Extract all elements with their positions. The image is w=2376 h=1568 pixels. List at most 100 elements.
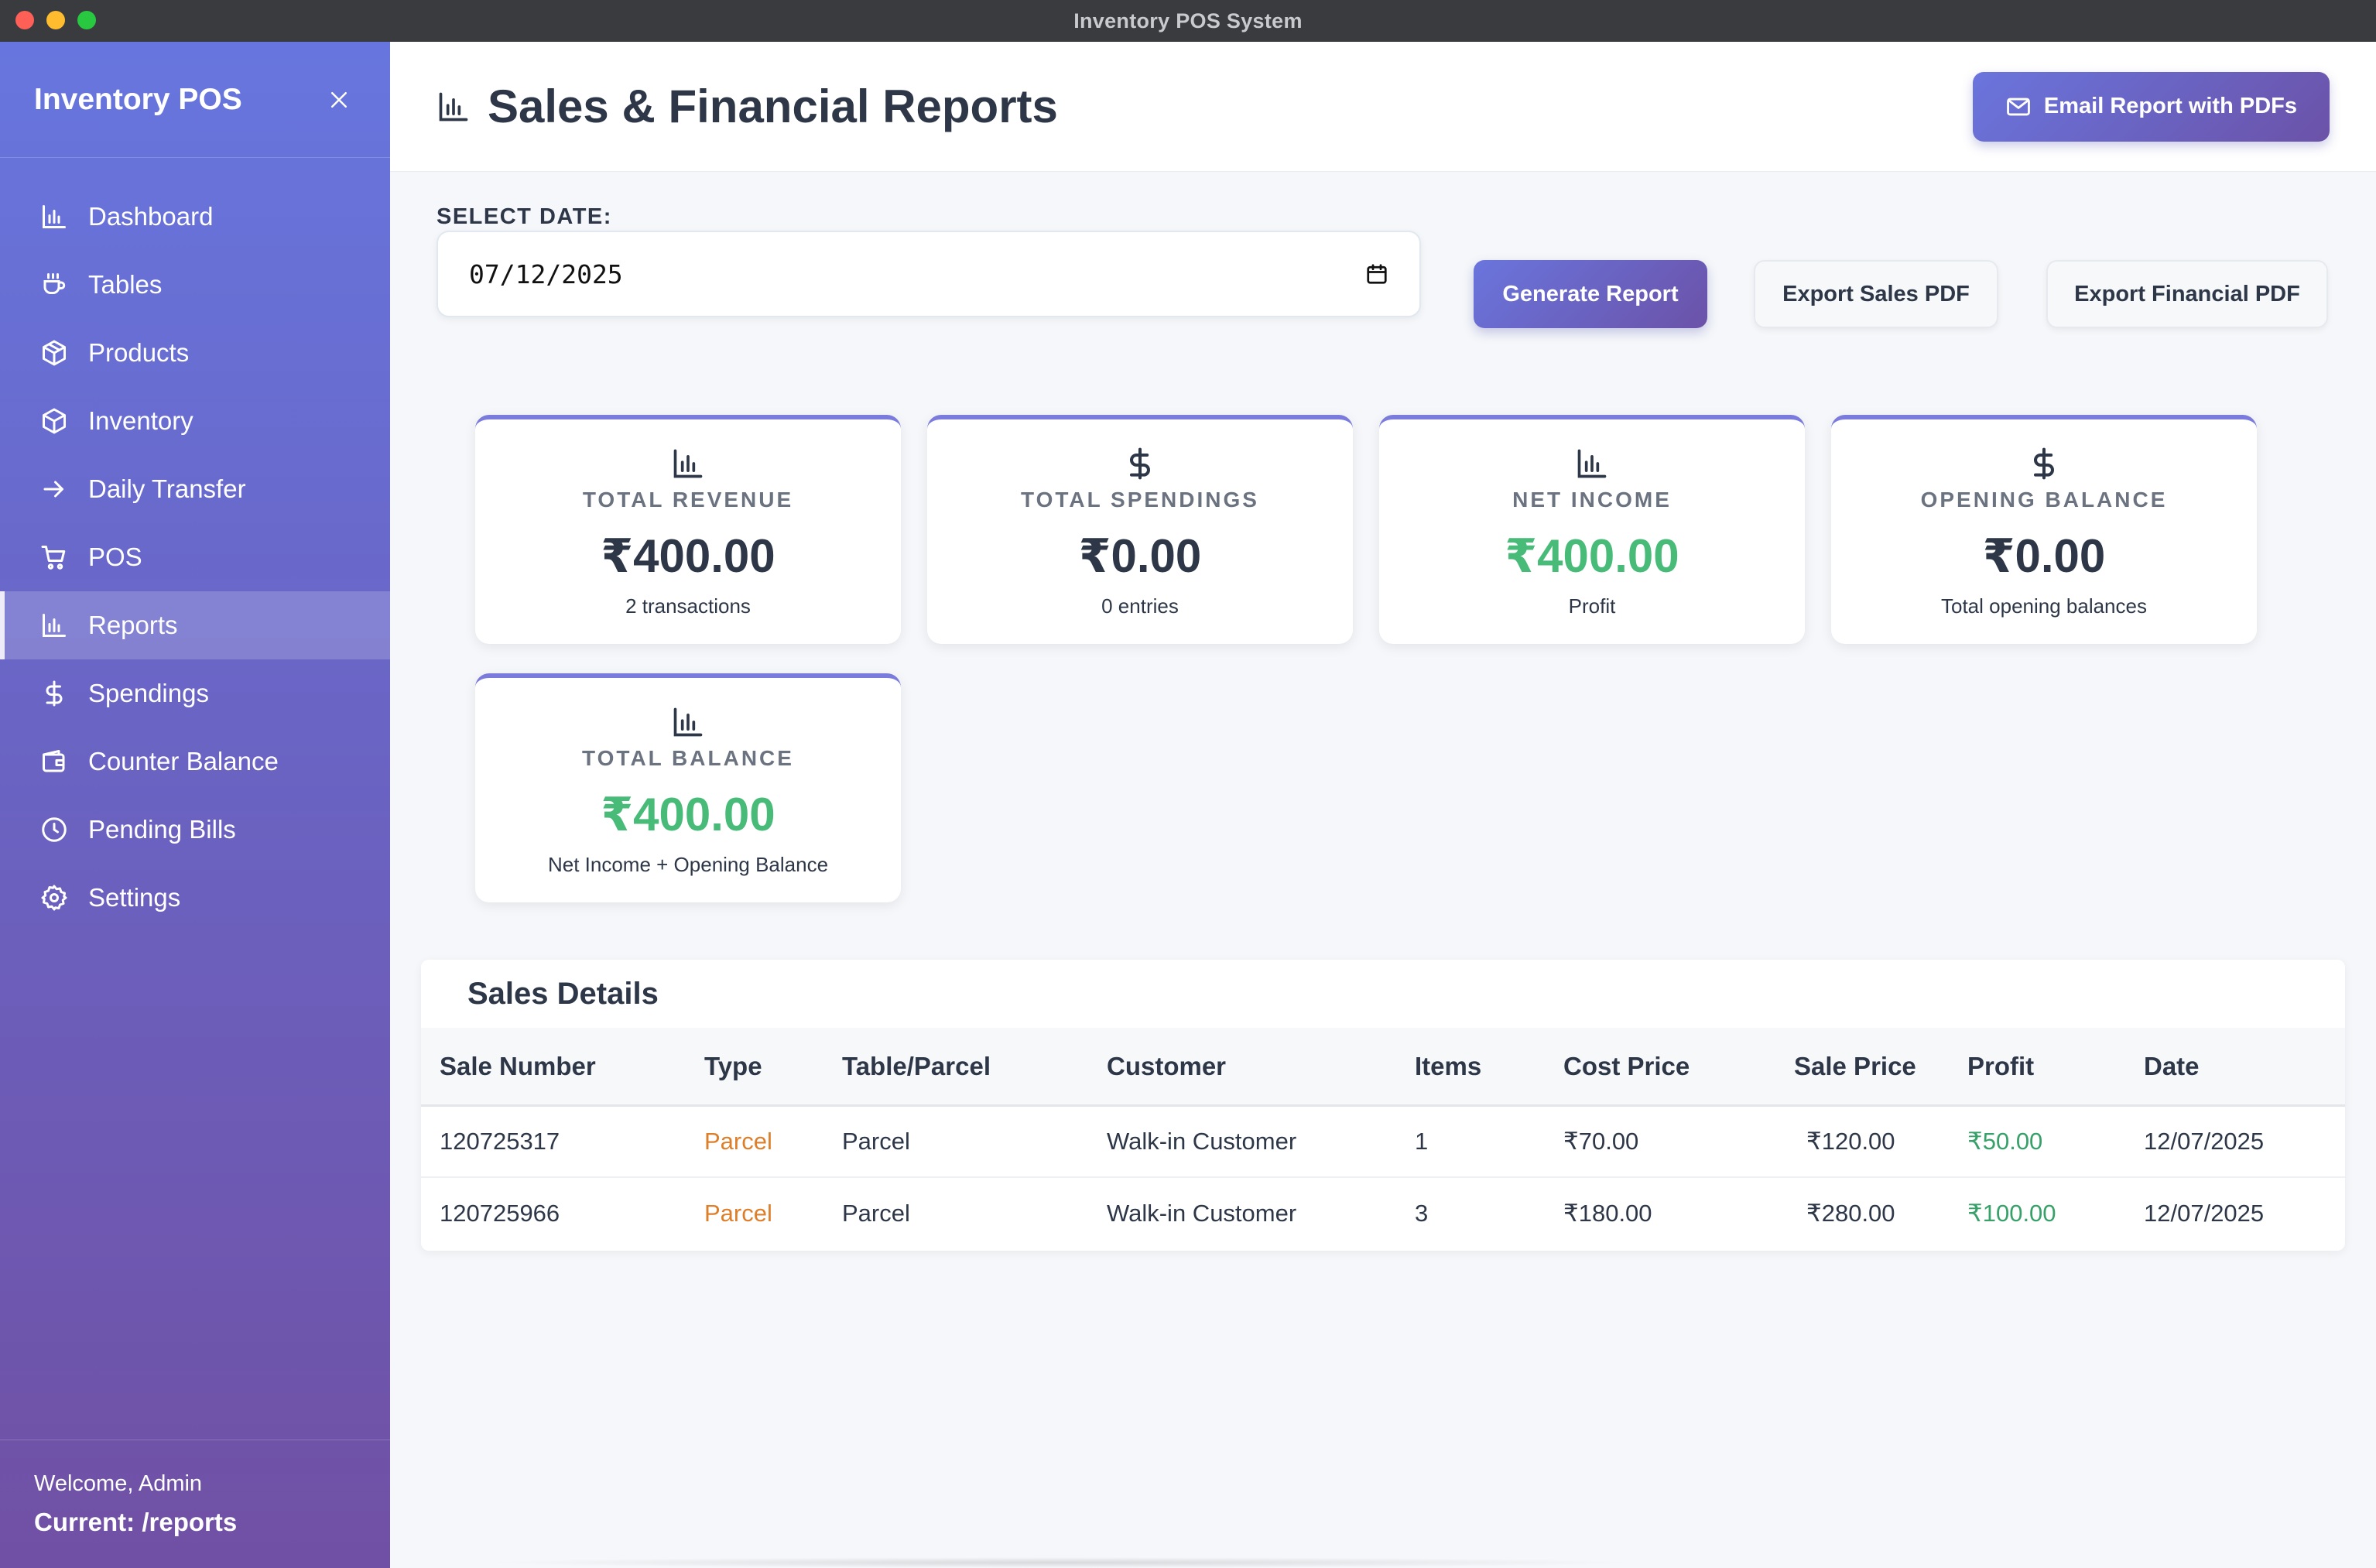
column-header[interactable]: Table/Parcel [842,1028,991,1104]
stat-value: ₹400.00 [601,789,775,840]
cell-table-parcel: Parcel [842,1128,910,1155]
sidebar-item-pending-bills[interactable]: Pending Bills [0,796,390,864]
sidebar-nav: Dashboard Tables Products Inventory Dail… [0,158,390,932]
sidebar-item-reports[interactable]: Reports [0,591,390,659]
dollar-icon [1123,446,1157,481]
sidebar-item-label: Spendings [88,679,209,707]
sidebar-item-products[interactable]: Products [0,319,390,387]
email-report-label: Email Report with PDFs [2043,94,2297,118]
cell-customer: Walk-in Customer [1107,1200,1297,1227]
stat-value: ₹400.00 [1505,530,1679,582]
sidebar-item-settings[interactable]: Settings [0,864,390,932]
export-sales-pdf-button[interactable]: Export Sales PDF [1754,260,1998,328]
sidebar-item-counter-balance[interactable]: Counter Balance [0,728,390,796]
cell-sale-price: ₹280.00 [1806,1200,1895,1227]
stat-title: TOTAL REVENUE [582,488,794,512]
table-row[interactable]: 120725317 Parcel Parcel Walk-in Customer… [421,1107,2345,1178]
package-icon [39,337,70,368]
sidebar-item-pos[interactable]: POS [0,523,390,591]
cell-type: Parcel [704,1200,772,1227]
package-icon [39,406,70,437]
stat-value: ₹400.00 [601,530,775,582]
cell-date: 12/07/2025 [2144,1200,2265,1227]
stat-subtitle: 0 entries [1101,594,1179,618]
stat-card-net-income: NET INCOME ₹400.00 Profit [1379,415,1805,644]
cell-cost-price: ₹70.00 [1563,1128,1639,1155]
sidebar-item-tables[interactable]: Tables [0,251,390,319]
stat-card-total-spendings: TOTAL SPENDINGS ₹0.00 0 entries [927,415,1353,644]
stat-title: TOTAL SPENDINGS [1021,488,1259,512]
arrow-right-icon [39,474,70,505]
column-header[interactable]: Sale Number [440,1028,596,1104]
cell-profit: ₹50.00 [1967,1128,2043,1155]
column-header[interactable]: Cost Price [1563,1028,1690,1104]
date-input[interactable]: 07/12/2025 [437,231,1421,317]
calendar-icon[interactable] [1365,262,1388,286]
window-title: Inventory POS System [1073,9,1303,33]
cell-table-parcel: Parcel [842,1200,910,1227]
cart-icon [39,542,70,573]
page-header: Sales & Financial Reports Email Report w… [390,42,2376,172]
cell-customer: Walk-in Customer [1107,1128,1297,1155]
sidebar-item-label: Settings [88,883,181,912]
stat-card-opening-balance: OPENING BALANCE ₹0.00 Total opening bala… [1831,415,2257,644]
sidebar-item-label: Tables [88,270,163,299]
wallet-icon [39,746,70,777]
mail-icon [2007,98,2030,115]
stat-card-total-revenue: TOTAL REVENUE ₹400.00 2 transactions [475,415,901,644]
bar-chart-icon [439,92,468,121]
window-close-button[interactable] [15,11,34,29]
sidebar-item-label: Reports [88,611,178,639]
window-titlebar: Inventory POS System [0,0,2376,42]
dollar-icon [2027,446,2061,481]
sidebar-item-spendings[interactable]: Spendings [0,659,390,728]
column-header[interactable]: Date [2144,1028,2200,1104]
cell-items: 3 [1415,1200,1429,1227]
stat-subtitle: Total opening balances [1941,594,2147,618]
date-input-value: 07/12/2025 [469,258,623,289]
app-brand: Inventory POS [34,82,242,116]
stat-value: ₹0.00 [1078,530,1202,582]
clock-icon [39,814,70,845]
sidebar-item-label: Products [88,338,190,367]
bar-chart-icon [39,201,70,232]
sidebar-item-label: Pending Bills [88,815,236,844]
sidebar-item-label: Inventory [88,406,193,435]
export-financial-pdf-button[interactable]: Export Financial PDF [2046,260,2328,328]
scroll-shadow [480,1557,1641,1568]
cell-sale-price: ₹120.00 [1806,1128,1895,1155]
window-controls [15,11,96,29]
table-row[interactable]: 120725966 Parcel Parcel Walk-in Customer… [421,1178,2345,1249]
column-header[interactable]: Items [1415,1028,1481,1104]
sidebar-item-dashboard[interactable]: Dashboard [0,183,390,251]
bar-chart-icon [671,704,705,740]
stat-subtitle: 2 transactions [625,594,751,618]
column-header[interactable]: Type [704,1028,762,1104]
cell-items: 1 [1415,1128,1429,1155]
window-minimize-button[interactable] [46,11,65,29]
column-header[interactable]: Customer [1107,1028,1226,1104]
column-header[interactable]: Profit [1967,1028,2034,1104]
sidebar-item-label: Dashboard [88,202,214,231]
coffee-icon [39,269,70,300]
sidebar-item-label: POS [88,543,142,571]
column-header[interactable]: Sale Price [1794,1028,1916,1104]
window-maximize-button[interactable] [77,11,96,29]
sidebar-close-button[interactable] [324,84,354,115]
sidebar: Inventory POS Dashboard Tables Products … [0,42,390,1568]
select-date-label: SELECT DATE: [437,204,612,229]
email-report-button[interactable]: Email Report with PDFs [1972,71,2330,142]
table-header: Sale Number Type Table/Parcel Customer I… [421,1028,2345,1107]
welcome-text: Welcome, Admin [34,1471,203,1496]
stat-card-total-balance: TOTAL BALANCE ₹400.00 Net Income + Openi… [475,673,901,902]
sidebar-item-label: Daily Transfer [88,474,246,503]
gear-icon [39,882,70,913]
bar-chart-icon [1575,446,1609,481]
generate-report-button[interactable]: Generate Report [1474,260,1707,328]
close-icon [331,91,347,108]
bar-chart-icon [39,610,70,641]
stat-subtitle: Profit [1568,594,1616,618]
sidebar-item-daily-transfer[interactable]: Daily Transfer [0,455,390,523]
sidebar-item-inventory[interactable]: Inventory [0,387,390,455]
cell-sale-number: 120725966 [440,1200,560,1227]
